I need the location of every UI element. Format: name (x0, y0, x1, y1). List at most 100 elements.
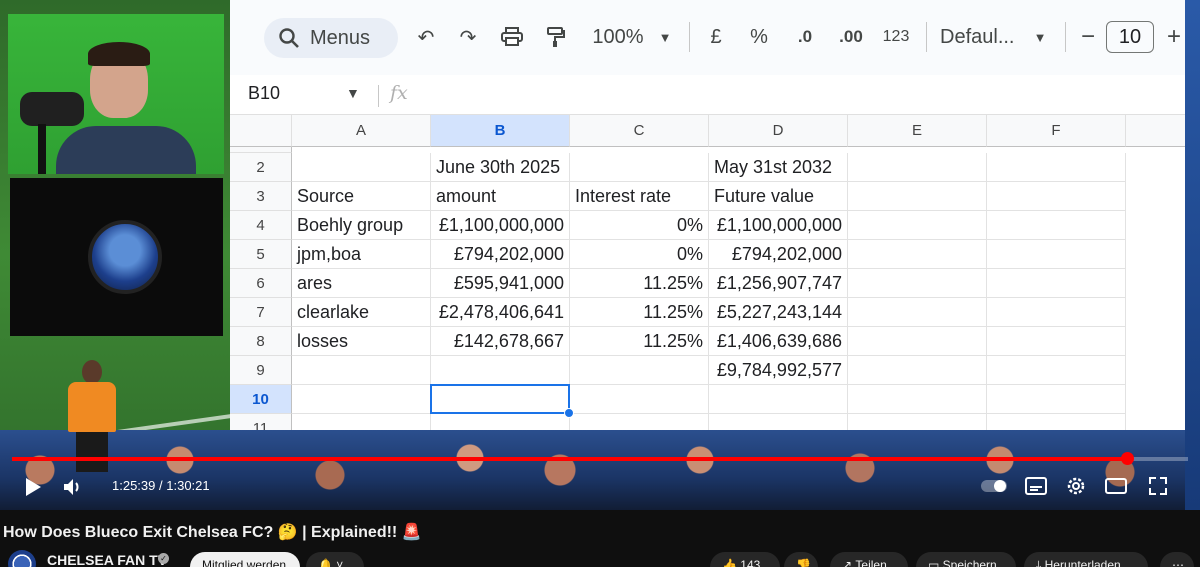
autoplay-toggle-icon[interactable] (980, 474, 1008, 498)
fullscreen-icon[interactable] (1146, 474, 1170, 498)
cell-e4[interactable] (848, 211, 987, 240)
cell-d4[interactable]: £1,100,000,000 (709, 211, 848, 240)
download-button[interactable]: ⤓ Herunterladen (1024, 552, 1148, 567)
subscribe-bell-button[interactable]: 🔔 ˅ (306, 552, 364, 567)
more-actions-button[interactable]: ⋯ (1160, 552, 1194, 567)
corner-header[interactable] (230, 115, 292, 147)
video-player[interactable]: Menus ↶ ↷ 100% ▼ £ % .0 .00 123 Defaul..… (0, 0, 1200, 510)
row-header-7[interactable]: 7 (230, 298, 292, 327)
cell-b8[interactable]: £142,678,667 (431, 327, 570, 356)
decrease-decimals-button[interactable]: .0 (790, 22, 820, 52)
cell-e8[interactable] (848, 327, 987, 356)
cell-d3[interactable]: Future value (709, 182, 848, 211)
column-header-d[interactable]: D (709, 115, 848, 147)
column-header-c[interactable]: C (570, 115, 709, 147)
cell-f4[interactable] (987, 211, 1126, 240)
cell-f5[interactable] (987, 240, 1126, 269)
cell-f6[interactable] (987, 269, 1126, 298)
subtitles-icon[interactable] (1024, 474, 1048, 498)
increase-decimals-button[interactable]: .00 (834, 22, 868, 52)
cell-c4[interactable]: 0% (570, 211, 709, 240)
cell-e7[interactable] (848, 298, 987, 327)
cell-a5[interactable]: jpm,boa (292, 240, 431, 269)
font-select[interactable]: Defaul... (940, 22, 1020, 52)
like-button[interactable]: 👍 143 (710, 552, 780, 567)
cell-e2[interactable] (848, 153, 987, 182)
name-box-dropdown-icon[interactable]: ▼ (346, 85, 360, 101)
cell-d9[interactable]: £9,784,992,577 (709, 356, 848, 385)
theater-mode-icon[interactable] (1104, 474, 1128, 498)
cell-c8[interactable]: 11.25% (570, 327, 709, 356)
settings-icon[interactable] (1064, 474, 1088, 498)
cell-e6[interactable] (848, 269, 987, 298)
fill-handle[interactable] (564, 408, 574, 418)
row-header-2[interactable]: 2 (230, 153, 292, 182)
zoom-select[interactable]: 100% (588, 22, 648, 52)
name-box[interactable]: B10 (248, 83, 280, 104)
join-button[interactable]: Mitglied werden (190, 552, 300, 567)
row-header-10[interactable]: 10 (230, 385, 292, 414)
row-header-9[interactable]: 9 (230, 356, 292, 385)
cell-a10[interactable] (292, 385, 431, 414)
cell-f7[interactable] (987, 298, 1126, 327)
cell-f9[interactable] (987, 356, 1126, 385)
cell-f10[interactable] (987, 385, 1126, 414)
decrease-font-size-icon[interactable]: − (1078, 22, 1098, 52)
undo-icon[interactable]: ↶ (412, 22, 440, 52)
cell-c5[interactable]: 0% (570, 240, 709, 269)
cell-b3[interactable]: amount (431, 182, 570, 211)
cell-a2[interactable] (292, 153, 431, 182)
cell-b2[interactable]: June 30th 2025 (431, 153, 570, 182)
dislike-button[interactable]: 👎 (784, 552, 818, 567)
cell-f8[interactable] (987, 327, 1126, 356)
channel-avatar[interactable] (8, 550, 36, 567)
column-header-e[interactable]: E (848, 115, 987, 147)
row-header-4[interactable]: 4 (230, 211, 292, 240)
cell-a8[interactable]: losses (292, 327, 431, 356)
cell-f3[interactable] (987, 182, 1126, 211)
cell-d6[interactable]: £1,256,907,747 (709, 269, 848, 298)
cell-e11[interactable] (848, 414, 987, 430)
print-icon[interactable] (498, 22, 526, 52)
font-dropdown-icon[interactable]: ▼ (1030, 22, 1050, 52)
save-button[interactable]: ▭ Speichern (916, 552, 1016, 567)
column-header-b[interactable]: B (431, 115, 570, 147)
currency-format-button[interactable]: £ (704, 22, 728, 52)
cell-b9[interactable] (431, 356, 570, 385)
cell-e9[interactable] (848, 356, 987, 385)
row-header-8[interactable]: 8 (230, 327, 292, 356)
cell-c11[interactable] (570, 414, 709, 430)
cell-c7[interactable]: 11.25% (570, 298, 709, 327)
number-format-button[interactable]: 123 (878, 22, 914, 52)
cell-d2[interactable]: May 31st 2032 (709, 153, 848, 182)
progress-bar[interactable] (12, 452, 1188, 465)
cell-a9[interactable] (292, 356, 431, 385)
cell-d8[interactable]: £1,406,639,686 (709, 327, 848, 356)
cell-a11[interactable] (292, 414, 431, 430)
menus-search-button[interactable]: Menus (264, 18, 398, 58)
cell-c3[interactable]: Interest rate (570, 182, 709, 211)
row-header-5[interactable]: 5 (230, 240, 292, 269)
percent-format-button[interactable]: % (747, 22, 771, 52)
cell-d10[interactable] (709, 385, 848, 414)
cell-a4[interactable]: Boehly group (292, 211, 431, 240)
cell-b6[interactable]: £595,941,000 (431, 269, 570, 298)
column-header-overflow[interactable] (1126, 115, 1185, 147)
cell-e5[interactable] (848, 240, 987, 269)
cell-a3[interactable]: Source (292, 182, 431, 211)
cell-e10[interactable] (848, 385, 987, 414)
cell-a7[interactable]: clearlake (292, 298, 431, 327)
increase-font-size-icon[interactable]: + (1164, 22, 1184, 52)
cell-f2[interactable] (987, 153, 1126, 182)
volume-icon[interactable] (62, 474, 84, 500)
cell-c6[interactable]: 11.25% (570, 269, 709, 298)
row-header-3[interactable]: 3 (230, 182, 292, 211)
zoom-dropdown-icon[interactable]: ▼ (655, 22, 675, 52)
cell-c2[interactable] (570, 153, 709, 182)
channel-name[interactable]: CHELSEA FAN TV (47, 552, 167, 567)
cell-d5[interactable]: £794,202,000 (709, 240, 848, 269)
share-button[interactable]: ↗ Teilen (830, 552, 908, 567)
cell-d7[interactable]: £5,227,243,144 (709, 298, 848, 327)
cell-b4[interactable]: £1,100,000,000 (431, 211, 570, 240)
cell-e3[interactable] (848, 182, 987, 211)
